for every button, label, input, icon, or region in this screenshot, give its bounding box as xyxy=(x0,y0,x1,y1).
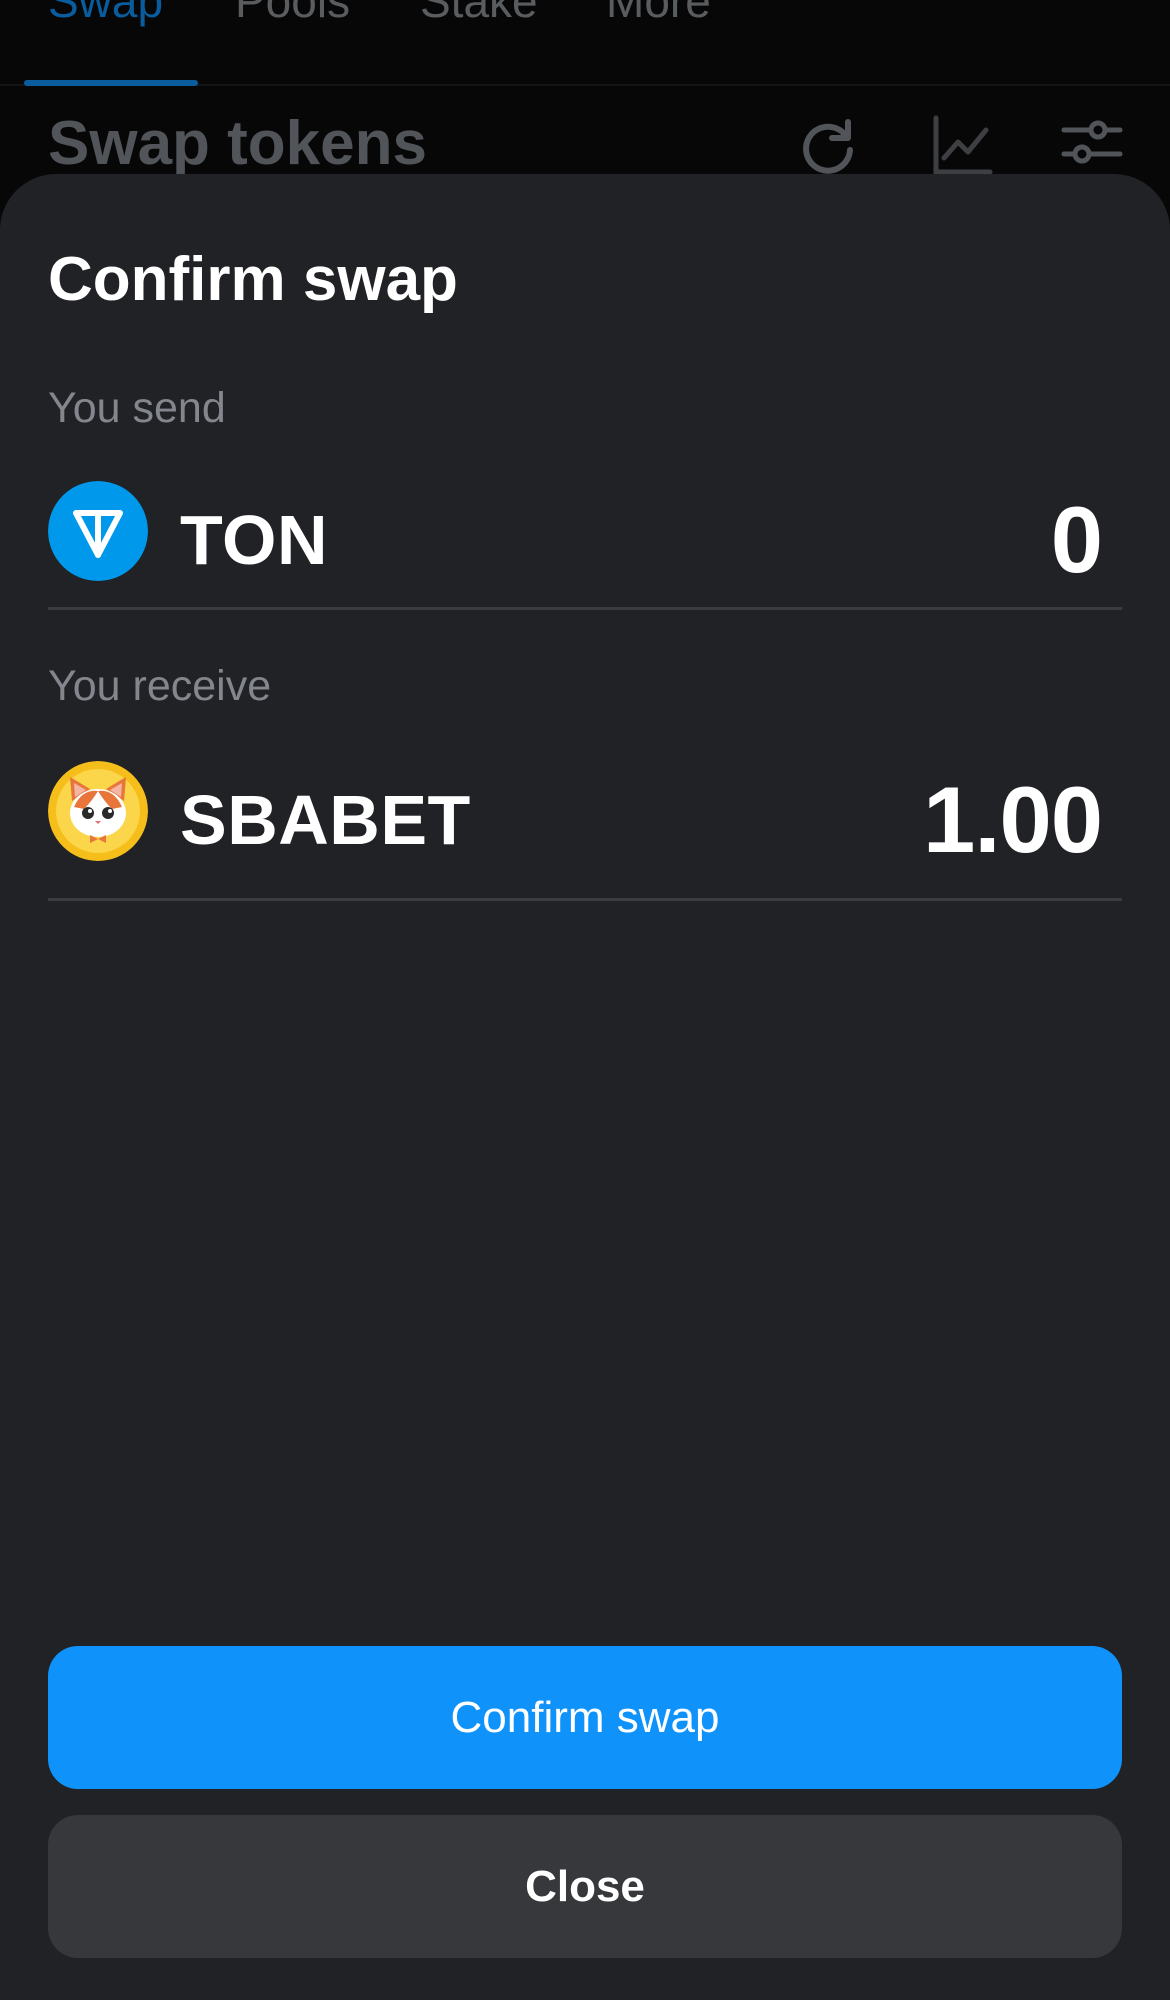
sheet-title: Confirm swap xyxy=(48,245,458,314)
sbabet-cat-logo-icon xyxy=(48,761,148,861)
confirm-swap-sheet: Confirm swap You send TON 0 You receive xyxy=(0,174,1170,2000)
divider xyxy=(48,607,1122,610)
receive-label: You receive xyxy=(48,662,272,710)
send-amount: 0 xyxy=(1050,487,1103,592)
send-label: You send xyxy=(48,384,226,432)
divider xyxy=(48,898,1122,901)
ton-logo-icon xyxy=(48,481,148,581)
receive-amount: 1.00 xyxy=(923,767,1103,872)
send-token-symbol: TON xyxy=(180,501,328,579)
close-button[interactable]: Close xyxy=(48,1815,1122,1958)
send-token-row: TON 0 xyxy=(48,476,1122,592)
page: Swap Pools Stake More Swap tokens Confir… xyxy=(0,0,1170,2000)
confirm-swap-button[interactable]: Confirm swap xyxy=(48,1646,1122,1789)
receive-token-row: SBABET 1.00 xyxy=(48,756,1122,872)
receive-token-symbol: SBABET xyxy=(180,781,471,859)
